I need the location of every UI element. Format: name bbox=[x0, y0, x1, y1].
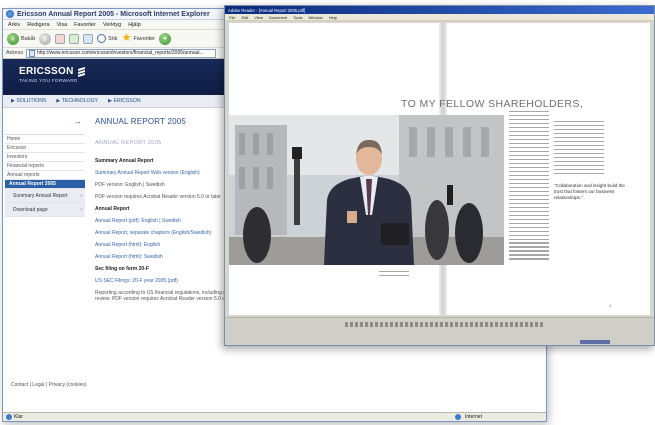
brand-name: ERICSSON bbox=[19, 66, 74, 77]
spread-headline: TO MY FELLOW SHAREHOLDERS, bbox=[401, 98, 584, 110]
site-footer[interactable]: Contact | Legal | Privacy (cookies) bbox=[11, 382, 87, 388]
pdf-menu-help[interactable]: Help bbox=[329, 15, 337, 20]
pdf-page-spread[interactable]: TO MY FELLOW SHAREHOLDERS, "Collaboratio… bbox=[229, 23, 650, 315]
section-heading: Sec filing on form 20-F bbox=[95, 266, 149, 272]
left-nav-home[interactable]: Home bbox=[5, 135, 85, 144]
internet-zone-icon bbox=[455, 414, 461, 420]
pdf-menu-bar: File Edit View Document Tools Window Hel… bbox=[225, 14, 654, 21]
status-text: Klar bbox=[14, 414, 23, 420]
browser-status-bar: Klar Internet bbox=[3, 412, 546, 421]
report-link[interactable]: Annual Report (pdf): English | Swedish bbox=[95, 218, 235, 224]
home-icon[interactable] bbox=[83, 33, 94, 44]
nav-ericsson[interactable]: ▶ ERICSSON bbox=[108, 98, 141, 104]
page-number: 4 bbox=[609, 303, 612, 308]
arrow-right-icon: → bbox=[73, 116, 82, 126]
back-label: Bakåt bbox=[21, 35, 36, 42]
left-nav-ericsson[interactable]: Ericsson bbox=[5, 144, 85, 153]
nav-technology[interactable]: ▶ TECHNOLOGY bbox=[56, 98, 98, 104]
favorites-label: Favoriter bbox=[133, 35, 156, 42]
pdf-menu-view[interactable]: View bbox=[254, 15, 263, 20]
pdf-page-navigation[interactable] bbox=[345, 322, 545, 327]
report-link[interactable]: Annual Report (html): English bbox=[95, 242, 235, 248]
pdf-status-bar bbox=[225, 317, 654, 345]
report-link[interactable]: Summary Annual Report Web version (Engli… bbox=[95, 170, 235, 176]
left-nav-annual-report-2005[interactable]: Annual Report 2005 bbox=[5, 180, 85, 189]
pdf-viewer-window: Adobe Reader - [Annual Report 2005.pdf] … bbox=[224, 5, 655, 346]
left-sidebar: → Home Ericsson Investors Financial repo… bbox=[5, 108, 85, 217]
chevron-right-icon: › bbox=[80, 207, 82, 213]
search-icon bbox=[97, 34, 107, 43]
left-nav-investors[interactable]: Investors bbox=[5, 153, 85, 162]
page-icon bbox=[29, 49, 36, 57]
section-heading: Summary Annual Report bbox=[95, 158, 154, 164]
media-icon[interactable]: • bbox=[159, 32, 172, 45]
page-title: ANNUAL REPORT 2005 bbox=[95, 117, 187, 126]
report-link[interactable]: Annual Report, separate chapters (Englis… bbox=[95, 230, 235, 236]
security-zone: Internet bbox=[455, 414, 482, 420]
note-text: PDF version requires Acrobat Reader vers… bbox=[95, 194, 221, 200]
internet-explorer-icon bbox=[6, 10, 14, 18]
pull-quote: "Collaboration and insight build the tru… bbox=[554, 183, 634, 202]
pdf-menu-window[interactable]: Window bbox=[309, 15, 323, 20]
zone-label: Internet bbox=[465, 414, 482, 420]
back-button[interactable]: ‹ Bakåt bbox=[7, 32, 36, 45]
photo-caption bbox=[379, 271, 409, 279]
stop-icon[interactable] bbox=[55, 33, 66, 44]
menu-view[interactable]: Visa bbox=[57, 22, 68, 28]
address-value: http://www.ericsson.com/ericsson/investo… bbox=[37, 50, 204, 56]
menu-favorites[interactable]: Favoriter bbox=[74, 22, 96, 28]
main-content: ANNUAL REPORT 2005 ANNUAL REPORT 2005 Su… bbox=[95, 108, 288, 308]
pdf-page-indicator[interactable] bbox=[580, 340, 610, 344]
report-link[interactable]: Annual Report (html): Swedish bbox=[95, 254, 235, 260]
pdf-menu-edit[interactable]: Edit bbox=[241, 15, 248, 20]
forward-button[interactable]: › bbox=[39, 32, 52, 45]
left-nav-summary-label: Summary Annual Report bbox=[13, 192, 68, 199]
menu-help[interactable]: Hjälp bbox=[128, 22, 141, 28]
left-nav-download-page[interactable]: Download page › bbox=[5, 203, 85, 217]
left-nav-financial-reports[interactable]: Financial reports bbox=[5, 162, 85, 171]
left-nav-summary-annual-report[interactable]: Summary Annual Report › bbox=[5, 189, 85, 203]
browser-title: Ericsson Annual Report 2005 - Microsoft … bbox=[17, 10, 210, 18]
favorites-star-icon: ★ bbox=[121, 32, 132, 44]
body-text-column bbox=[509, 111, 549, 262]
pdf-title-bar: Adobe Reader - [Annual Report 2005.pdf] bbox=[225, 6, 654, 14]
back-arrow-icon: ‹ bbox=[7, 32, 19, 45]
refresh-icon[interactable] bbox=[69, 33, 80, 44]
address-input[interactable]: http://www.ericsson.com/ericsson/investo… bbox=[26, 48, 217, 58]
menu-edit[interactable]: Redigera bbox=[27, 22, 49, 28]
ceo-photo bbox=[229, 115, 504, 265]
left-nav-download-label: Download page bbox=[13, 206, 48, 213]
page-subtitle: ANNUAL REPORT 2005 bbox=[95, 140, 162, 146]
menu-tools[interactable]: Verktyg bbox=[103, 22, 121, 28]
nav-solutions[interactable]: ▶ SOLUTIONS bbox=[11, 98, 46, 104]
chevron-right-icon: › bbox=[80, 193, 82, 199]
ericsson-bars-icon bbox=[77, 66, 85, 77]
favorites-button[interactable]: ★ Favoriter bbox=[122, 33, 156, 44]
report-link[interactable]: PDF version: English | Swedish bbox=[95, 182, 235, 188]
body-text-column bbox=[554, 121, 604, 177]
search-button[interactable]: Sök bbox=[97, 34, 118, 43]
pdf-menu-document[interactable]: Document bbox=[269, 15, 287, 20]
section-heading: Annual Report bbox=[95, 206, 130, 212]
search-label: Sök bbox=[108, 35, 118, 42]
left-nav: Home Ericsson Investors Financial report… bbox=[5, 134, 85, 217]
menu-file[interactable]: Arkiv bbox=[8, 22, 20, 28]
page-done-icon bbox=[6, 414, 12, 420]
pdf-menu-file[interactable]: File bbox=[229, 15, 235, 20]
pdf-title: Adobe Reader - [Annual Report 2005.pdf] bbox=[228, 7, 306, 13]
left-nav-annual-reports[interactable]: Annual reports bbox=[5, 171, 85, 180]
report-link[interactable]: US SEC Filings: 20-F year 2005 (pdf) bbox=[95, 278, 235, 284]
pull-quote-text: "Collaboration and insight build the tru… bbox=[554, 183, 625, 201]
pdf-menu-tools[interactable]: Tools bbox=[293, 15, 302, 20]
address-label: Adress bbox=[6, 50, 24, 56]
